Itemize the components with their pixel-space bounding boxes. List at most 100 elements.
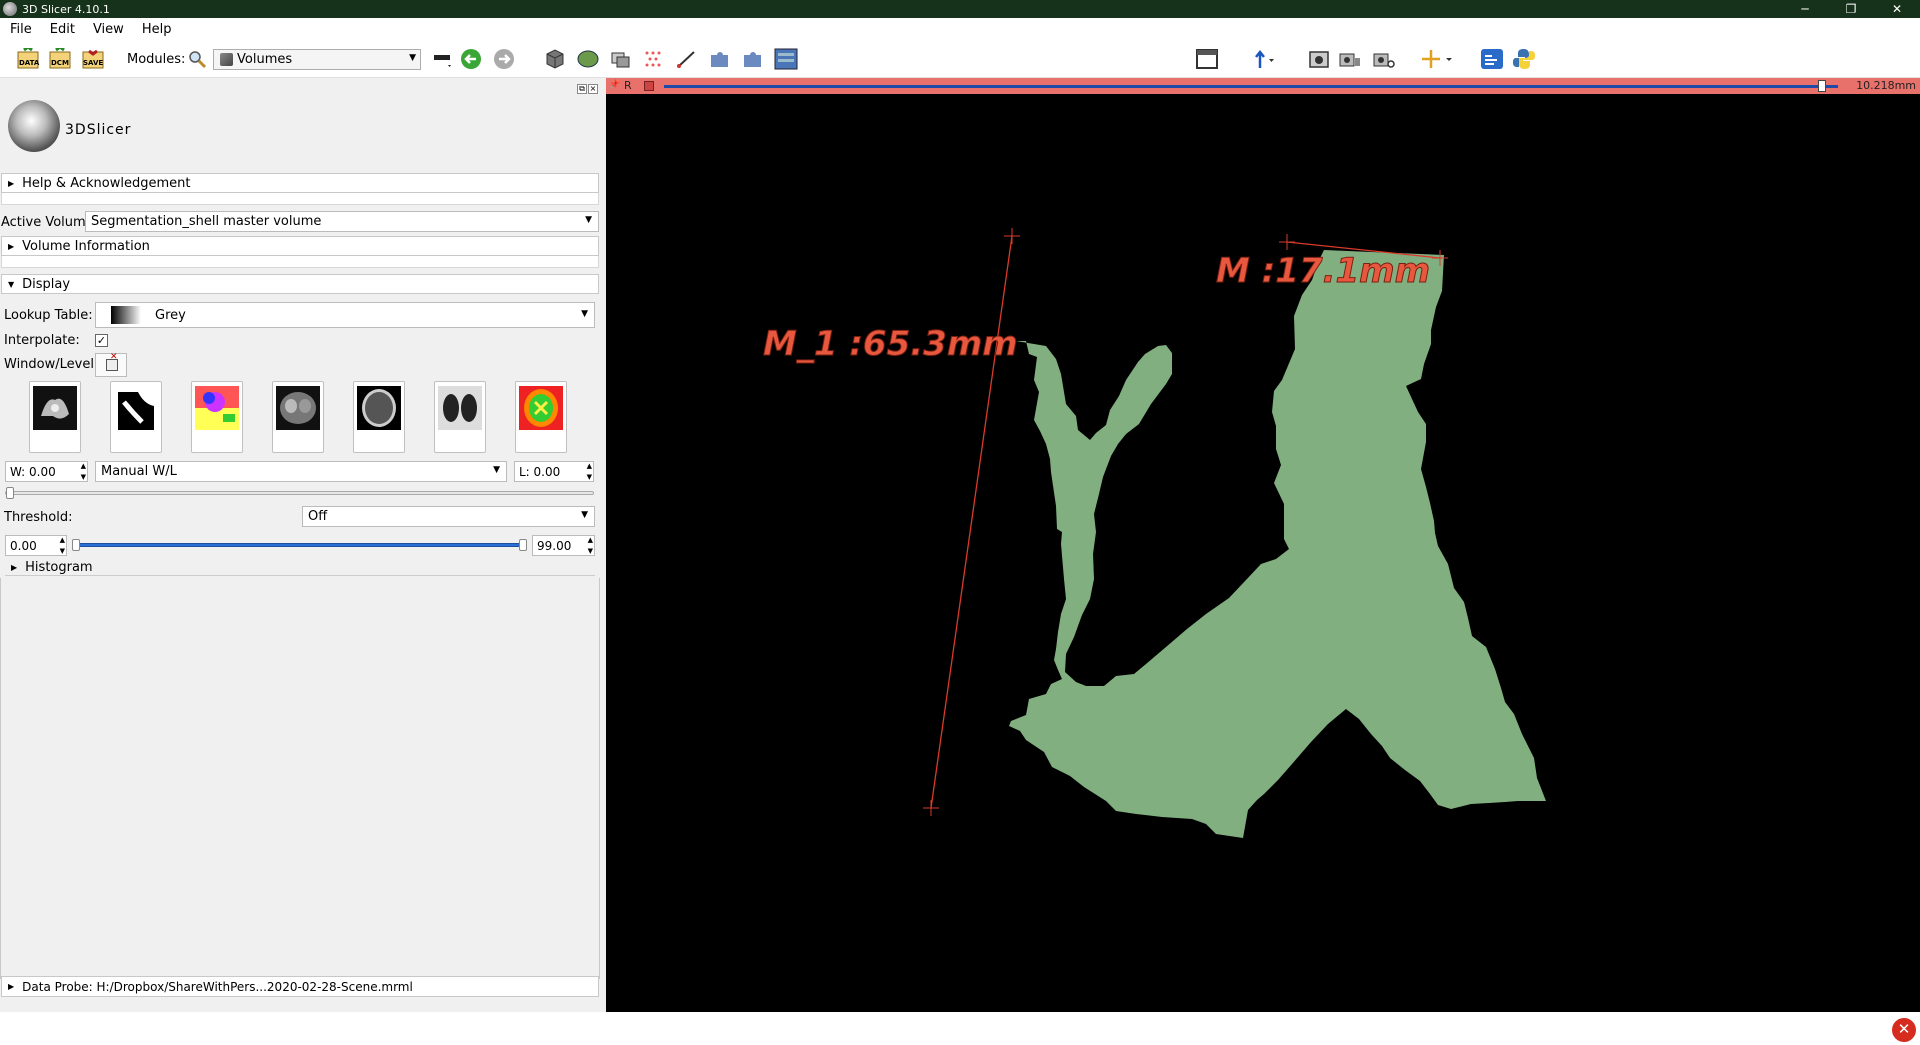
menu-file[interactable]: File: [0, 22, 40, 37]
spin-up-icon[interactable]: ▲: [587, 462, 592, 470]
minimize-button[interactable]: ─: [1782, 0, 1828, 18]
axis-icon[interactable]: [1252, 48, 1276, 70]
active-volume-label: Active Volume: [1, 215, 94, 230]
preset-mri-color[interactable]: [515, 381, 567, 453]
close-panel-icon[interactable]: ×: [588, 84, 598, 94]
window-level-slider-handle[interactable]: [6, 487, 14, 499]
spin-up-icon[interactable]: ▲: [588, 536, 593, 544]
red-slice-view[interactable]: M_1 :65.3mm M :17.1mm: [606, 94, 1920, 1012]
lookup-table-select[interactable]: Grey ▼: [95, 302, 595, 328]
threshold-max-spinbox[interactable]: 99.00 ▲ ▼: [532, 535, 595, 556]
menu-edit[interactable]: Edit: [40, 22, 83, 37]
threshold-label: Threshold:: [4, 510, 73, 525]
spin-down-icon[interactable]: ▼: [587, 473, 592, 481]
threshold-min-spinbox[interactable]: 0.00 ▲ ▼: [5, 535, 67, 556]
markups-icon[interactable]: [642, 48, 666, 70]
spin-down-icon[interactable]: ▼: [60, 547, 65, 555]
help-section-label: Help & Acknowledgement: [22, 175, 191, 191]
float-panel-icon[interactable]: ⧉: [577, 84, 587, 94]
window-spinbox[interactable]: W: 0.00 ▲ ▼: [5, 461, 88, 482]
modules-label: Modules:: [127, 52, 186, 67]
models-icon[interactable]: [576, 48, 600, 70]
data-icon[interactable]: DATA: [16, 48, 40, 70]
panel-dock-buttons: ⧉ ×: [577, 84, 598, 94]
level-spinbox[interactable]: L: 0.00 ▲ ▼: [514, 461, 594, 482]
pet-preset-icon: [195, 386, 239, 430]
window-level-slider[interactable]: [5, 491, 594, 495]
data-probe-section[interactable]: ▶ Data Probe: H:/Dropbox/ShareWithPers..…: [1, 976, 599, 997]
display-section[interactable]: ▼ Display: [1, 274, 599, 294]
active-volume-value: Segmentation_shell master volume: [91, 214, 322, 229]
spin-up-icon[interactable]: ▲: [81, 462, 86, 470]
volume-information-section[interactable]: ▶ Volume Information: [1, 236, 599, 256]
save-icon[interactable]: SAVE: [81, 48, 105, 70]
puzzle-icon[interactable]: [741, 48, 765, 70]
error-log-icon[interactable]: ✕: [1892, 1018, 1916, 1042]
slice-offset-handle[interactable]: [1818, 80, 1826, 92]
segmentation-shape: [1009, 250, 1546, 838]
active-volume-select[interactable]: Segmentation_shell master volume ▼: [85, 211, 599, 232]
dcm-icon[interactable]: DCM: [48, 48, 72, 70]
histogram-section[interactable]: ▶ Histogram: [5, 560, 595, 576]
crosshair-dropdown-icon[interactable]: [1445, 48, 1455, 70]
threshold-max-handle[interactable]: [519, 539, 527, 551]
search-icon[interactable]: [186, 48, 210, 70]
forward-arrow-icon[interactable]: [493, 48, 517, 70]
preset-ct-air[interactable]: [110, 381, 162, 453]
crosshair-icon[interactable]: [1420, 48, 1444, 70]
threshold-range-slider[interactable]: [76, 543, 525, 547]
history-icon[interactable]: [431, 48, 455, 70]
chevron-down-icon: ▼: [585, 215, 592, 225]
threshold-min-handle[interactable]: [72, 539, 80, 551]
pin-icon[interactable]: 📌: [609, 80, 620, 90]
python-icon[interactable]: [1512, 48, 1536, 70]
lookup-table-value: Grey: [155, 307, 186, 323]
close-button[interactable]: ✕: [1874, 0, 1920, 18]
back-arrow-icon[interactable]: [460, 48, 484, 70]
help-acknowledgement-section[interactable]: ▶ Help & Acknowledgement: [1, 173, 599, 193]
scene-icon[interactable]: [1338, 48, 1362, 70]
annotations-icon[interactable]: [675, 48, 699, 70]
window-level-label: Window/Level:: [4, 357, 99, 372]
module-selector[interactable]: Volumes ▼: [213, 49, 421, 70]
transforms-icon[interactable]: [609, 48, 633, 70]
preset-ct-lung[interactable]: [434, 381, 486, 453]
menu-help[interactable]: Help: [132, 22, 180, 37]
window-controls: ─ ❐ ✕: [1782, 0, 1920, 18]
mri-color-preset-icon: [519, 386, 563, 430]
extension-icon[interactable]: [708, 48, 732, 70]
slice-controller-bar: 📌 R 10.218mm: [606, 78, 1920, 94]
spin-up-icon[interactable]: ▲: [60, 536, 65, 544]
scene-view-icon[interactable]: [1372, 48, 1396, 70]
preset-ct-brain[interactable]: [353, 381, 405, 453]
preset-ct-bone[interactable]: [29, 381, 81, 453]
preset-pet[interactable]: [191, 381, 243, 453]
level-value: L: 0.00: [519, 464, 561, 479]
preset-ct-abdomen[interactable]: [272, 381, 324, 453]
tutorial-icon[interactable]: [774, 48, 798, 70]
toolbar: DATA DCM SAVE Modules: Volumes ▼: [0, 40, 1920, 78]
interpolate-checkbox[interactable]: ✓: [95, 334, 108, 347]
restore-button[interactable]: ❐: [1828, 0, 1874, 18]
measurement-m-label: M :17.1mm: [1215, 251, 1431, 292]
threshold-min-value: 0.00: [10, 538, 37, 553]
spin-down-icon[interactable]: ▼: [81, 473, 86, 481]
title-bar: 3D Slicer 4.10.1 ─ ❐ ✕: [0, 0, 1920, 18]
menu-view[interactable]: View: [83, 22, 132, 37]
ct-bone-preset-icon: [33, 386, 77, 430]
slice-offset-value: 10.218mm: [1856, 79, 1916, 92]
slice-link-icon[interactable]: [644, 81, 654, 91]
spin-down-icon[interactable]: ▼: [588, 547, 593, 555]
extension-manager-icon[interactable]: [1480, 48, 1504, 70]
interpolate-label: Interpolate:: [4, 333, 80, 348]
layout-icon[interactable]: [1195, 48, 1219, 70]
ruler-m1[interactable]: [923, 228, 1020, 816]
window-level-mode-select[interactable]: Manual W/L ▼: [95, 461, 507, 482]
auto-window-level-button[interactable]: [95, 352, 127, 377]
threshold-select[interactable]: Off ▼: [302, 506, 595, 527]
screenshot-icon[interactable]: [1307, 48, 1331, 70]
volumes-icon[interactable]: [543, 48, 567, 70]
status-bar: ✕: [0, 1012, 1920, 1045]
slice-offset-slider[interactable]: [664, 85, 1838, 88]
chevron-down-icon: ▼: [493, 465, 500, 475]
